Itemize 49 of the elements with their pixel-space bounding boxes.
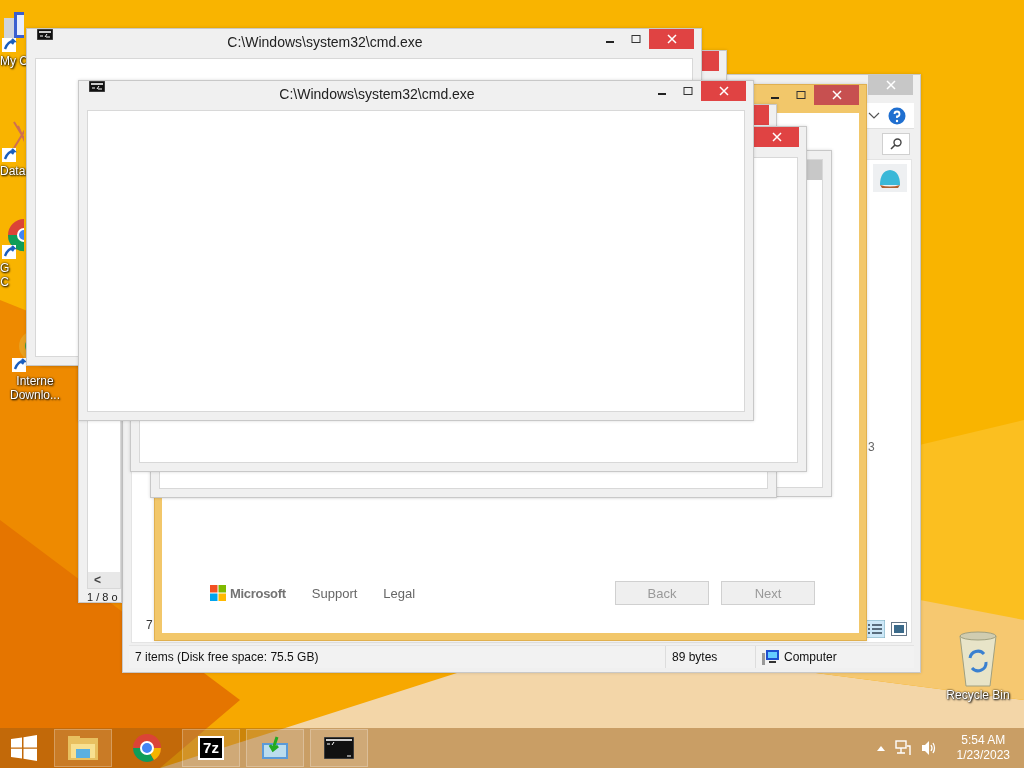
item-text: 7 [146, 618, 153, 632]
scroll-thumb[interactable] [807, 160, 822, 180]
network-icon[interactable] [894, 740, 911, 756]
close-icon [718, 86, 729, 96]
windows-logo-icon [11, 735, 37, 761]
details-view-icon[interactable] [865, 620, 885, 638]
close-icon [666, 34, 677, 44]
minimize-icon [606, 41, 614, 43]
footer-link[interactable]: Legal [383, 585, 416, 601]
icon-label: Interne Downlo... [10, 374, 61, 402]
icon-label: Recycle Bin [946, 688, 1010, 702]
chrome-icon [132, 733, 162, 763]
brand-name: Microsoft [230, 585, 286, 601]
window-title: C:\Windows\system32\cmd.exe [278, 85, 476, 104]
computer-icon [762, 649, 780, 665]
microsoft-logo-icon [210, 585, 226, 601]
archiver-icon: 7z [198, 736, 224, 760]
status-text: 89 bytes [672, 650, 718, 664]
taskbar-button[interactable] [310, 729, 368, 767]
preview-icon[interactable] [891, 622, 907, 636]
chevron-up-icon[interactable] [876, 745, 885, 751]
chevron-icon[interactable] [868, 111, 880, 120]
maximize-icon [631, 34, 641, 44]
icon-label: G C [0, 261, 10, 289]
status-text: 7 items (Disk free space: 75.5 GB) [135, 650, 319, 664]
shell-icon [878, 167, 902, 189]
close-icon [885, 80, 896, 90]
page-counter: 1 / 8 o [87, 590, 119, 605]
minimize-icon [771, 97, 779, 99]
footer-link[interactable]: Support [311, 585, 358, 601]
search-field[interactable] [882, 133, 910, 155]
item-text: 3 [868, 440, 875, 454]
install-icon [261, 735, 289, 761]
maximize-icon [796, 90, 806, 100]
volume-icon[interactable] [920, 740, 937, 756]
icon-label: Data [0, 164, 26, 178]
close-icon [831, 90, 842, 100]
close-icon [771, 132, 782, 142]
taskbar-button[interactable]: 7z [182, 729, 240, 767]
window-title: C:\Windows\system32\cmd.exe [226, 33, 424, 52]
console-icon [324, 737, 354, 759]
maximize-icon [683, 86, 693, 96]
search-icon [890, 138, 902, 150]
status-text: Computer [784, 650, 837, 664]
help-icon[interactable] [888, 106, 906, 125]
folder-icon [67, 734, 99, 762]
scroll-left-button[interactable]: < [88, 573, 107, 587]
close-button[interactable] [754, 127, 799, 147]
minimize-icon [658, 93, 666, 95]
